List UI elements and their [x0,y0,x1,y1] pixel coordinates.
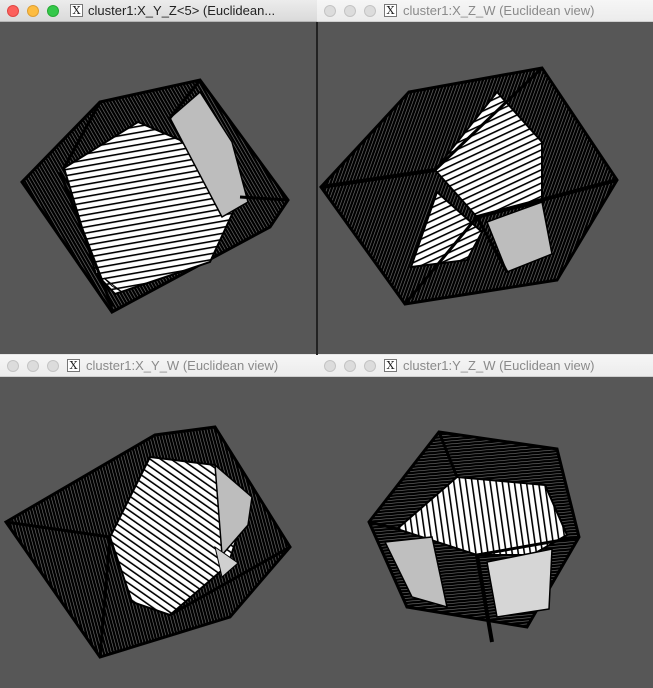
polytope-render-yzw [367,430,581,643]
window-xyz[interactable]: X cluster1:X_Y_Z<5> (Euclidean... [0,0,317,354]
x11-icon: X [384,4,397,17]
title-bar[interactable]: X cluster1:Y_Z_W (Euclidean view) [317,355,653,377]
close-icon[interactable] [7,360,19,372]
title-bar[interactable]: X cluster1:X_Y_W (Euclidean view) [0,355,317,377]
zoom-icon[interactable] [364,360,376,372]
viewport-xyw[interactable] [0,377,317,688]
viewport-xyz[interactable] [0,22,317,354]
window-title: cluster1:Y_Z_W (Euclidean view) [403,358,595,373]
window-title: cluster1:X_Y_W (Euclidean view) [86,358,279,373]
viewport-yzw[interactable] [317,377,653,688]
minimize-icon[interactable] [27,5,39,17]
window-title: cluster1:X_Z_W (Euclidean view) [403,3,595,18]
close-icon[interactable] [324,5,336,17]
zoom-icon[interactable] [364,5,376,17]
window-divider-vertical [316,22,318,355]
x11-icon: X [67,359,80,372]
close-icon[interactable] [7,5,19,17]
window-yzw[interactable]: X cluster1:Y_Z_W (Euclidean view) [317,355,653,688]
polytope-render-xyz [20,78,290,314]
minimize-icon[interactable] [344,360,356,372]
polytope-render-xzw [319,66,619,306]
minimize-icon[interactable] [27,360,39,372]
window-xzw[interactable]: X cluster1:X_Z_W (Euclidean view) [317,0,653,354]
zoom-icon[interactable] [47,360,59,372]
x11-icon: X [70,4,83,17]
title-bar[interactable]: X cluster1:X_Y_Z<5> (Euclidean... [0,0,317,22]
viewport-xzw[interactable] [317,22,653,354]
polytope-render-xyw [3,425,292,659]
window-title: cluster1:X_Y_Z<5> (Euclidean... [88,3,276,18]
window-xyw[interactable]: X cluster1:X_Y_W (Euclidean view) [0,355,317,688]
close-icon[interactable] [324,360,336,372]
title-bar[interactable]: X cluster1:X_Z_W (Euclidean view) [317,0,653,22]
minimize-icon[interactable] [344,5,356,17]
x11-icon: X [384,359,397,372]
zoom-icon[interactable] [47,5,59,17]
